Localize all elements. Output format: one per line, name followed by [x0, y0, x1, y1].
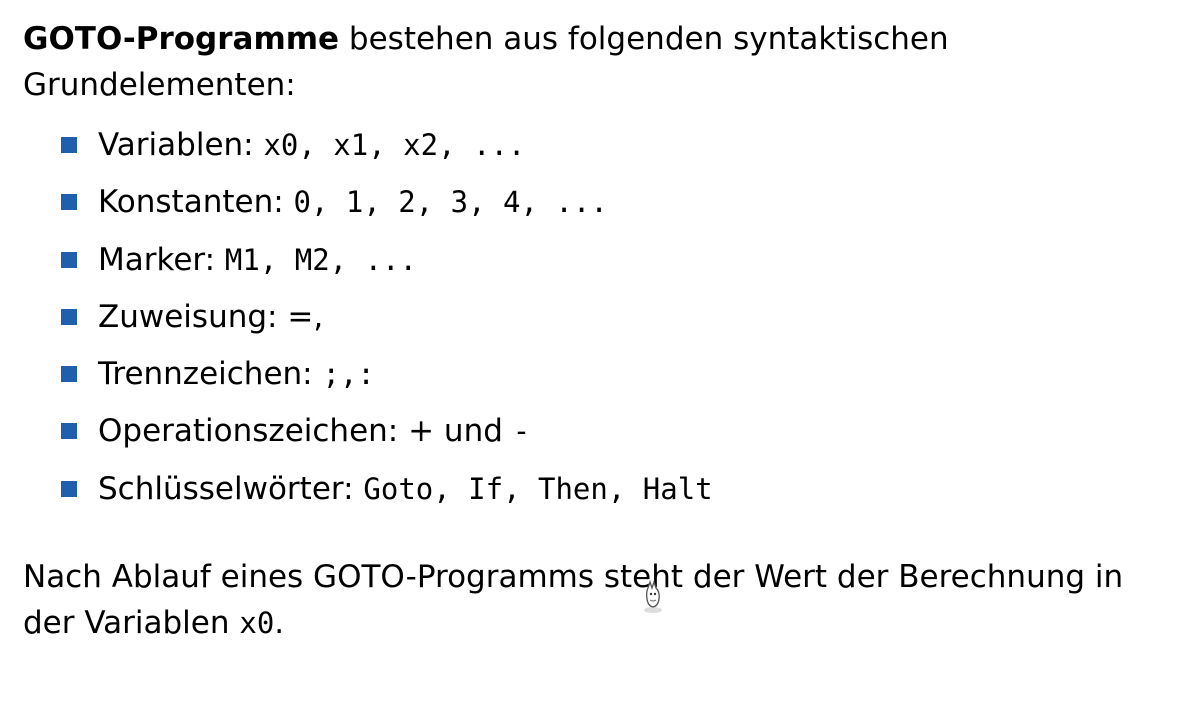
- bug-cursor-icon: [641, 579, 665, 614]
- square-bullet-icon: [61, 137, 77, 153]
- list-item-markers: Marker: M1, M2, ...: [23, 232, 1173, 289]
- list-item-separators: Trennzeichen: ;,:: [23, 346, 1173, 403]
- list-item-code: 0, 1, 2, 3, 4, ...: [293, 185, 608, 220]
- list-item-code: Goto, If, Then, Halt: [363, 471, 713, 506]
- intro-paragraph: GOTO-Programme bestehen aus folgenden sy…: [23, 16, 1173, 108]
- list-item-label: Marker:: [98, 241, 225, 278]
- list-item-variables: Variablen: x0, x1, x2, ...: [23, 117, 1173, 174]
- outro-paragraph: Nach Ablauf eines GOTO-Programms steht d…: [23, 554, 1173, 646]
- intro-bold-term: GOTO-Programme: [23, 21, 340, 57]
- slide-content: GOTO-Programme bestehen aus folgenden sy…: [23, 16, 1173, 646]
- outro-text: Nach Ablauf eines GOTO-Programms steht d…: [23, 559, 1124, 642]
- list-item-code: x0, x1, x2, ...: [263, 128, 526, 162]
- list-item-constants: Konstanten: 0, 1, 2, 3, 4, ...: [23, 174, 1173, 231]
- list-item-assignment: Zuweisung: =,: [23, 289, 1173, 346]
- list-item-code: ;,:: [322, 357, 375, 392]
- square-bullet-icon: [61, 423, 77, 440]
- list-item-label: Konstanten:: [98, 184, 294, 221]
- element-list: Variablen: x0, x1, x2, ... Konstanten: 0…: [23, 117, 1173, 518]
- square-bullet-icon: [61, 366, 77, 383]
- list-item-code: M1, M2, ...: [224, 242, 417, 277]
- list-item-operators: Operationszeichen: + und -: [23, 403, 1173, 460]
- square-bullet-icon: [61, 480, 77, 497]
- outro-code: x0: [239, 606, 275, 641]
- list-item-label: Zuweisung: =,: [98, 298, 324, 335]
- outro-period: .: [274, 605, 285, 642]
- square-bullet-icon: [61, 251, 77, 268]
- square-bullet-icon: [61, 308, 77, 325]
- list-item-code: -: [512, 414, 531, 449]
- square-bullet-icon: [61, 194, 77, 211]
- list-item-label: Schlüsselwörter:: [98, 470, 364, 507]
- list-item-label: Trennzeichen:: [98, 356, 323, 393]
- list-item-label: Operationszeichen: + und: [98, 413, 513, 450]
- list-item-label: Variablen:: [98, 127, 264, 163]
- list-item-keywords: Schlüsselwörter: Goto, If, Then, Halt: [23, 461, 1173, 518]
